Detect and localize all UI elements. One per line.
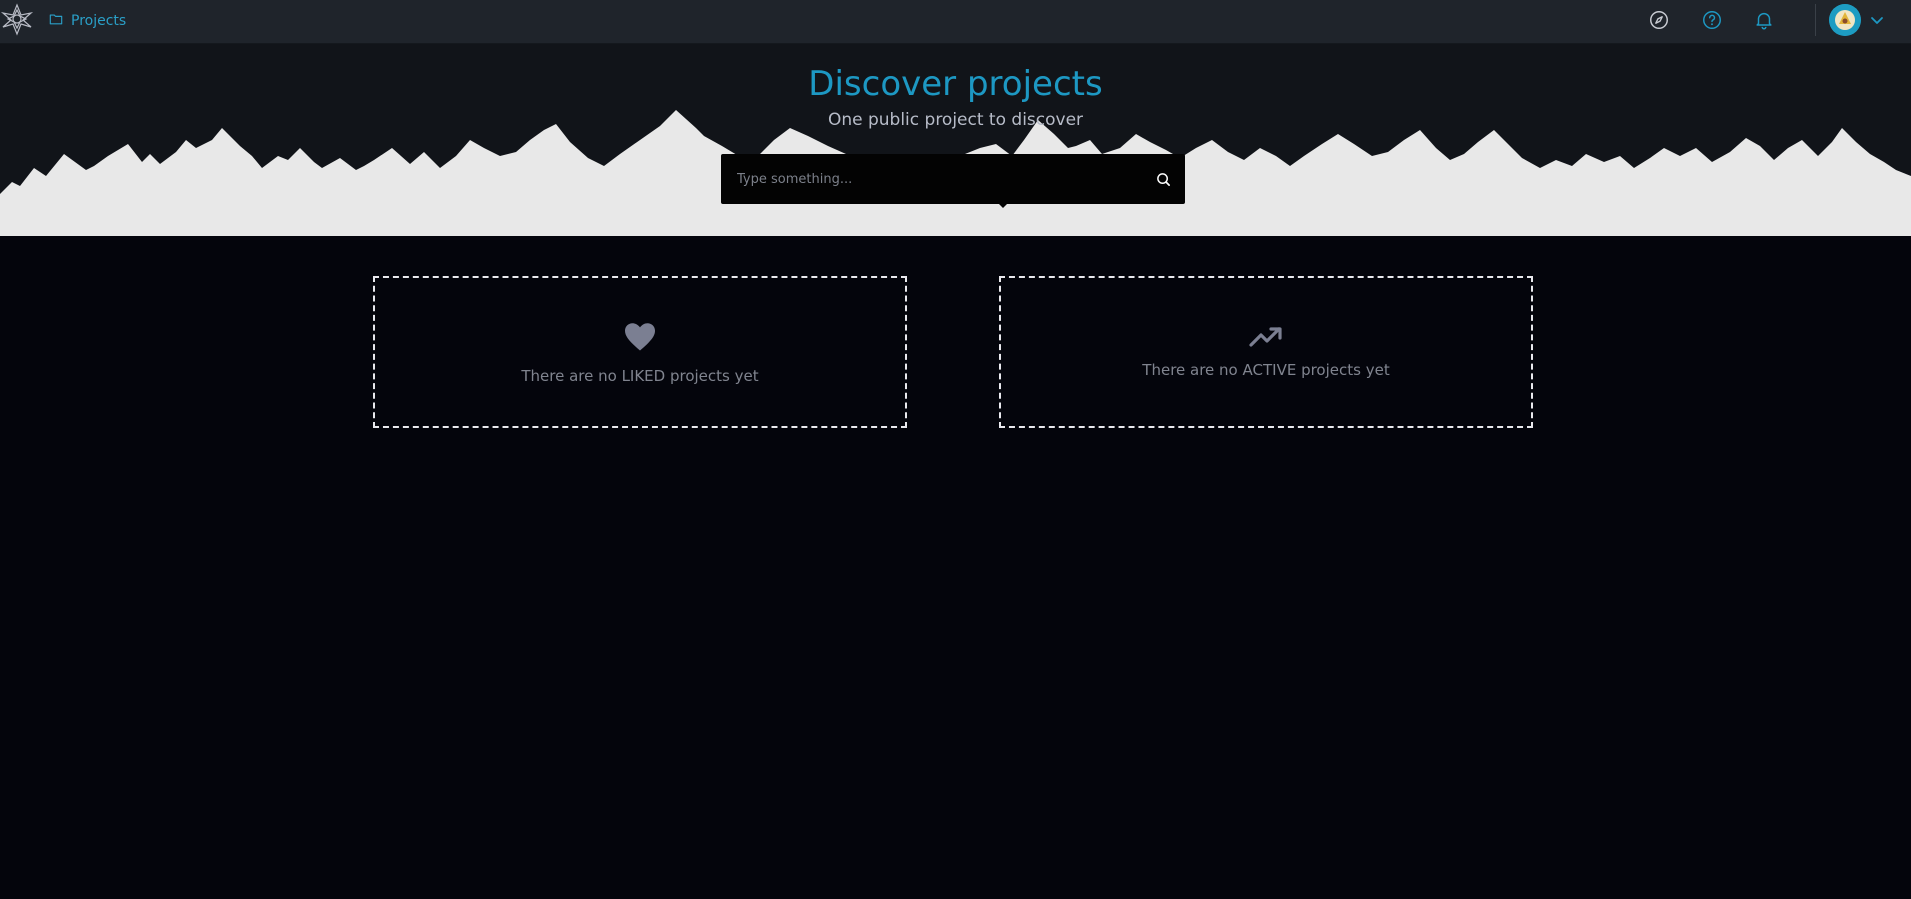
active-projects-empty: There are no ACTIVE projects yet: [999, 276, 1533, 428]
app-logo-icon[interactable]: [0, 2, 34, 36]
bell-icon: [1756, 12, 1772, 30]
heart-icon: [625, 323, 655, 351]
breadcrumb-label: Projects: [71, 13, 127, 29]
user-menu[interactable]: [1829, 4, 1895, 36]
page-title: Discover projects: [808, 64, 1103, 104]
breadcrumb-projects[interactable]: Projects: [49, 11, 126, 31]
help-icon: [1703, 11, 1721, 29]
liked-projects-empty: There are no LIKED projects yet: [373, 276, 907, 428]
notifications-button[interactable]: [1752, 8, 1776, 32]
page-subtitle: One public project to discover: [827, 110, 1084, 130]
chevron-down-icon: [1871, 17, 1883, 24]
liked-empty-text: There are no LIKED projects yet: [521, 367, 759, 385]
search-icon: [1156, 172, 1170, 186]
compass-icon: [1650, 11, 1668, 29]
top-navbar: Projects: [0, 0, 1911, 44]
help-button[interactable]: [1700, 8, 1724, 32]
trending-up-icon: [1249, 327, 1282, 347]
search-pointer: [997, 202, 1009, 208]
active-empty-text: There are no ACTIVE projects yet: [1142, 361, 1390, 379]
folder-icon: [49, 12, 63, 30]
navbar-divider: [1815, 4, 1816, 36]
search-button[interactable]: [1141, 154, 1185, 204]
explore-button[interactable]: [1647, 8, 1671, 32]
avatar[interactable]: [1829, 4, 1861, 36]
search-input[interactable]: [721, 154, 1141, 204]
hero-banner: Discover projects One public project to …: [0, 44, 1911, 236]
search-bar: [721, 154, 1185, 204]
